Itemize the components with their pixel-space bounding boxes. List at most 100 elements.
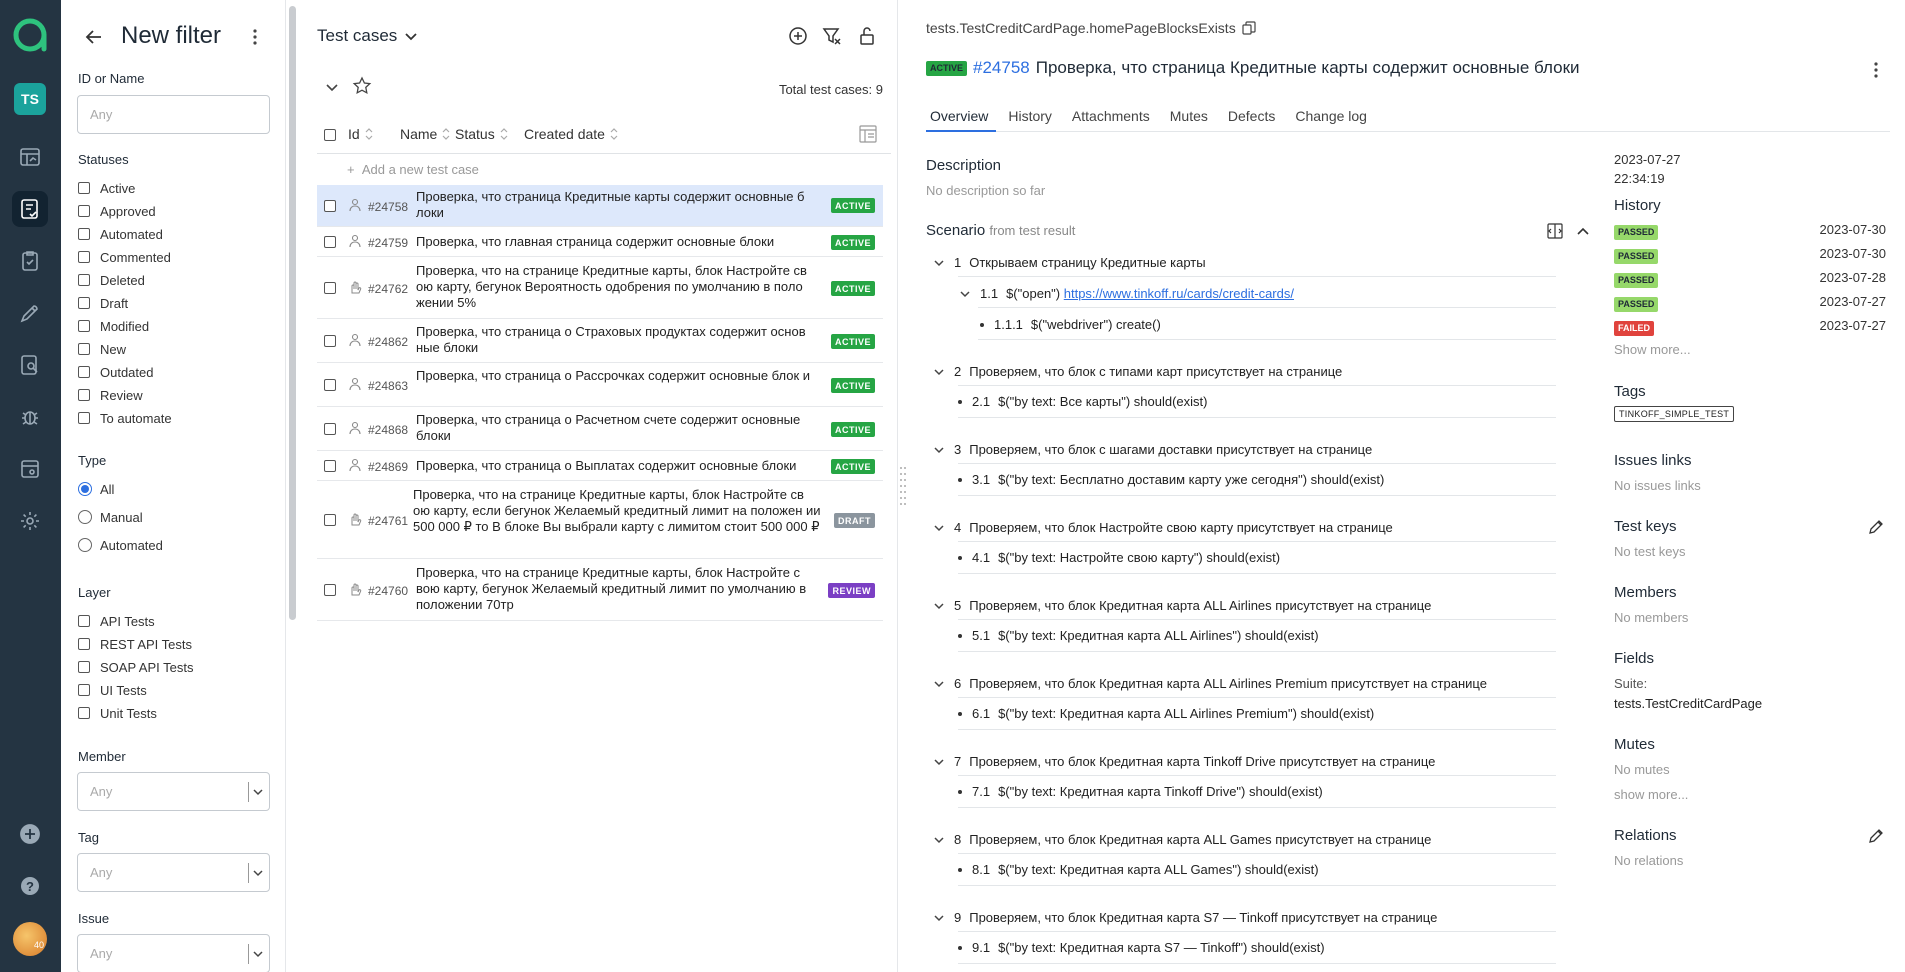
checkbox[interactable] — [78, 412, 90, 424]
table-row[interactable]: #24862 Проверка, что страница о Страховы… — [317, 319, 883, 363]
table-row[interactable]: #24760 Проверка, что на странице Кредитн… — [317, 559, 883, 621]
checkbox[interactable] — [78, 661, 90, 673]
checkbox[interactable] — [78, 320, 90, 332]
status-checkbox-active[interactable]: Active — [78, 178, 135, 198]
copy-icon[interactable] — [1242, 21, 1256, 35]
checkbox[interactable] — [78, 205, 90, 217]
tag-select[interactable]: Any — [77, 853, 270, 892]
step-4[interactable]: 4 Проверяем, что блок Настройте свою карт… — [932, 520, 1393, 535]
layer-checkbox-rest-api[interactable]: REST API Tests — [78, 634, 192, 654]
history-item[interactable]: PASSED 2023-07-30 — [1614, 222, 1886, 240]
chevron-down-icon[interactable] — [932, 365, 946, 379]
tab-change-log[interactable]: Change log — [1291, 104, 1375, 132]
step-9[interactable]: 9 Проверяем, что блок Кредитная карта S7 … — [932, 910, 1437, 925]
step-5[interactable]: 5 Проверяем, что блок Кредитная карта ALL… — [932, 598, 1431, 613]
step-2[interactable]: 2 Проверяем, что блок с типами карт прису… — [932, 364, 1342, 379]
status-checkbox-to-automate[interactable]: To automate — [78, 408, 172, 428]
chevron-down-icon[interactable] — [932, 521, 946, 535]
step-6[interactable]: 6 Проверяем, что блок Кредитная карта ALL… — [932, 676, 1487, 691]
step-7[interactable]: 7 Проверяем, что блок Кредитная карта Tin… — [932, 754, 1435, 769]
history-item[interactable]: PASSED 2023-07-30 — [1614, 246, 1886, 264]
back-arrow-icon[interactable] — [83, 26, 105, 48]
checkbox[interactable] — [78, 707, 90, 719]
edit-pencil-icon[interactable] — [1868, 828, 1884, 844]
panel-resize-handle[interactable] — [899, 462, 907, 510]
table-row[interactable]: #24762 Проверка, что на странице Кредитн… — [317, 257, 883, 319]
filter-scrollbar[interactable] — [289, 6, 296, 620]
columns-settings-icon[interactable] — [857, 123, 879, 145]
checkbox[interactable] — [78, 343, 90, 355]
clear-filter-icon[interactable] — [820, 24, 844, 48]
add-circle-icon[interactable] — [786, 24, 810, 48]
step-8[interactable]: 8 Проверяем, что блок Кредитная карта ALL… — [932, 832, 1431, 847]
test-case-id[interactable]: #24758 — [973, 58, 1030, 78]
more-vertical-icon[interactable] — [1866, 60, 1886, 80]
table-row[interactable]: #24758 Проверка, что страница Кредитные … — [317, 185, 883, 227]
table-row[interactable]: #24868 Проверка, что страница о Расчетно… — [317, 407, 883, 451]
history-item[interactable]: PASSED 2023-07-27 — [1614, 294, 1886, 312]
column-id[interactable]: Id — [348, 126, 374, 142]
step-1-1[interactable]: 1.1 $("open") https://www.tinkoff.ru/card… — [958, 286, 1294, 301]
checkbox[interactable] — [78, 297, 90, 309]
edit-pencil-icon[interactable] — [1868, 519, 1884, 535]
tab-history[interactable]: History — [1004, 104, 1060, 132]
project-avatar[interactable]: TS — [14, 83, 46, 115]
radio[interactable] — [78, 510, 92, 524]
status-checkbox-commented[interactable]: Commented — [78, 247, 171, 267]
chevron-down-icon[interactable] — [932, 599, 946, 613]
column-status[interactable]: Status — [455, 126, 509, 142]
test-plans-icon[interactable] — [12, 243, 48, 279]
step-2-1[interactable]: 2.1 $("by text: Все карты") should(exist) — [958, 394, 1207, 409]
step-8-1[interactable]: 8.1 $("by text: Кредитная карта ALL Games… — [958, 862, 1319, 877]
allure-logo-icon[interactable] — [13, 18, 47, 52]
chevron-down-icon[interactable] — [932, 833, 946, 847]
dashboard-icon[interactable] — [12, 139, 48, 175]
checkbox[interactable] — [78, 389, 90, 401]
collapse-up-icon[interactable] — [1576, 224, 1590, 238]
status-checkbox-approved[interactable]: Approved — [78, 201, 156, 221]
row-checkbox[interactable] — [324, 379, 336, 391]
radio[interactable] — [78, 538, 92, 552]
row-checkbox[interactable] — [324, 335, 336, 347]
issue-select[interactable]: Any — [77, 934, 270, 972]
chevron-down-icon[interactable] — [958, 287, 972, 301]
layer-checkbox-ui[interactable]: UI Tests — [78, 680, 147, 700]
jobs-icon[interactable] — [12, 451, 48, 487]
chevron-down-icon[interactable] — [932, 443, 946, 457]
chevron-down-icon[interactable] — [932, 755, 946, 769]
member-select[interactable]: Any — [77, 772, 270, 811]
row-checkbox[interactable] — [324, 514, 336, 526]
chevron-down-icon[interactable] — [932, 911, 946, 925]
history-item[interactable]: FAILED 2023-07-27 — [1614, 318, 1886, 336]
tab-overview[interactable]: Overview — [926, 104, 997, 132]
chevron-down-icon[interactable] — [932, 256, 946, 270]
defects-icon[interactable] — [12, 399, 48, 435]
tab-mutes[interactable]: Mutes — [1166, 104, 1216, 132]
star-icon[interactable] — [352, 76, 372, 96]
row-checkbox[interactable] — [324, 282, 336, 294]
status-checkbox-draft[interactable]: Draft — [78, 293, 128, 313]
layer-checkbox-api[interactable]: API Tests — [78, 611, 155, 631]
type-radio-automated[interactable]: Automated — [78, 535, 163, 555]
row-checkbox[interactable] — [324, 423, 336, 435]
launches-icon[interactable] — [12, 295, 48, 331]
step-9-1[interactable]: 9.1 $("by text: Кредитная карта S7 — Tink… — [958, 940, 1325, 955]
step-7-1[interactable]: 7.1 $("by text: Кредитная карта Tinkoff D… — [958, 784, 1323, 799]
select-all-checkbox[interactable] — [324, 129, 336, 141]
checkbox[interactable] — [78, 684, 90, 696]
table-row[interactable]: #24869 Проверка, что страница о Выплатах… — [317, 451, 883, 481]
history-item[interactable]: PASSED 2023-07-28 — [1614, 270, 1886, 288]
status-checkbox-outdated[interactable]: Outdated — [78, 362, 154, 382]
type-radio-manual[interactable]: Manual — [78, 507, 143, 527]
checkbox[interactable] — [78, 251, 90, 263]
tag-chip[interactable]: TINKOFF_SIMPLE_TEST — [1614, 406, 1735, 422]
status-checkbox-new[interactable]: New — [78, 339, 126, 359]
step-6-1[interactable]: 6.1 $("by text: Кредитная карта ALL Airli… — [958, 706, 1374, 721]
step-3[interactable]: 3 Проверяем, что блок с шагами доставки п… — [932, 442, 1372, 457]
layer-checkbox-unit[interactable]: Unit Tests — [78, 703, 157, 723]
more-vertical-icon[interactable] — [245, 27, 265, 47]
collapse-chevron-icon[interactable] — [324, 79, 340, 95]
unlock-icon[interactable] — [855, 24, 879, 48]
step-1[interactable]: 1 Открываем страницу Кредитные карты — [932, 255, 1206, 270]
status-checkbox-review[interactable]: Review — [78, 385, 143, 405]
